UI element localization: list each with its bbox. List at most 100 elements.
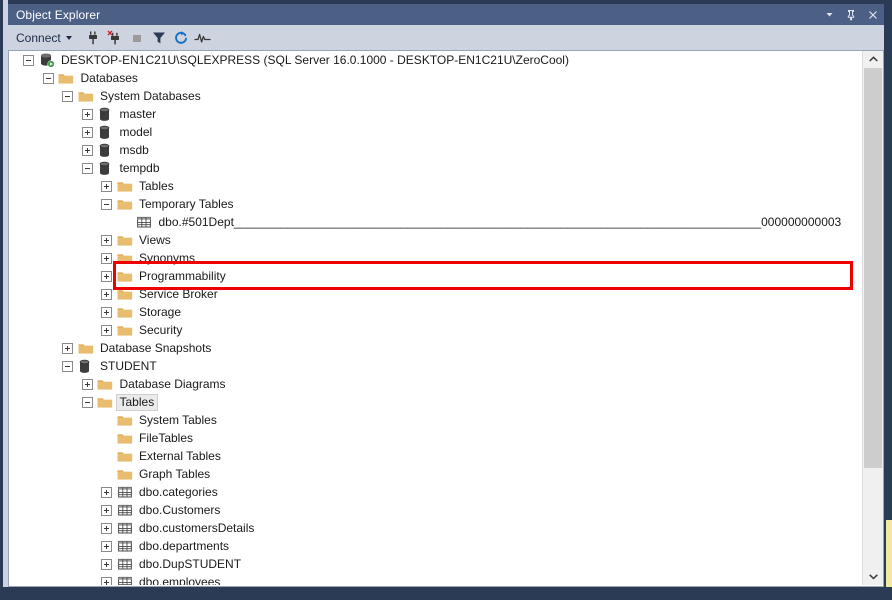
- window-bottom-border: [0, 587, 892, 600]
- tree-node[interactable]: Synonyms: [9, 249, 862, 267]
- tree-node[interactable]: dbo.employees: [9, 573, 862, 585]
- tree-node[interactable]: model: [9, 123, 862, 141]
- tree-node[interactable]: msdb: [9, 141, 862, 159]
- expand-toggle-icon[interactable]: [101, 234, 112, 246]
- tree-node[interactable]: Databases: [9, 69, 862, 87]
- tree-node-label: msdb: [119, 142, 149, 157]
- collapse-toggle-icon[interactable]: [62, 90, 73, 102]
- folder-icon: [97, 376, 114, 392]
- close-icon[interactable]: [862, 4, 884, 25]
- expand-toggle-icon[interactable]: [101, 558, 112, 570]
- expand-toggle-icon[interactable]: [81, 108, 93, 120]
- tree-node[interactable]: tempdb: [9, 159, 862, 177]
- folder-icon: [77, 340, 94, 356]
- tree-vertical-scrollbar[interactable]: [862, 51, 883, 585]
- panel-title: Object Explorer: [16, 7, 101, 22]
- tree-node-label: dbo.customersDetails: [139, 520, 255, 535]
- expand-toggle-icon[interactable]: [101, 270, 112, 282]
- expand-toggle-icon[interactable]: [81, 126, 93, 138]
- pin-icon[interactable]: [840, 4, 862, 25]
- database-icon: [97, 142, 114, 158]
- expand-toggle-icon[interactable]: [62, 342, 73, 354]
- connect-button[interactable]: Connect: [8, 28, 76, 48]
- tree-node-label: Service Broker: [139, 286, 218, 301]
- caret-down-icon[interactable]: [818, 4, 840, 25]
- collapse-toggle-icon[interactable]: [81, 162, 93, 174]
- folder-icon: [116, 322, 133, 338]
- refresh-icon[interactable]: [170, 27, 192, 49]
- tree-node-label: External Tables: [139, 448, 221, 463]
- tree-node[interactable]: Programmability: [9, 267, 862, 285]
- folder-icon: [77, 88, 94, 104]
- tree-node[interactable]: Tables: [9, 177, 862, 195]
- expand-toggle-icon[interactable]: [81, 378, 93, 390]
- toggle-placeholder: [101, 451, 112, 462]
- tree-node[interactable]: Database Diagrams: [9, 375, 862, 393]
- scroll-thumb[interactable]: [864, 68, 882, 468]
- tree-node[interactable]: Security: [9, 321, 862, 339]
- filter-icon[interactable]: [148, 27, 170, 49]
- tree-node-label: FileTables: [139, 430, 194, 445]
- tree-node[interactable]: Tables: [9, 393, 862, 411]
- object-explorer-tree[interactable]: DESKTOP-EN1C21U\SQLEXPRESS (SQL Server 1…: [9, 51, 862, 585]
- expand-toggle-icon[interactable]: [101, 504, 112, 516]
- expand-toggle-icon[interactable]: [101, 306, 112, 318]
- connect-object-explorer-icon[interactable]: [82, 27, 104, 49]
- activity-monitor-icon[interactable]: [192, 27, 214, 49]
- collapse-toggle-icon[interactable]: [42, 72, 54, 84]
- collapse-toggle-icon[interactable]: [81, 396, 93, 408]
- expand-toggle-icon[interactable]: [101, 486, 112, 498]
- folder-icon: [116, 178, 133, 194]
- tree-node[interactable]: System Tables: [9, 411, 862, 429]
- expand-toggle-icon[interactable]: [101, 288, 112, 300]
- tree-node[interactable]: dbo.categories: [9, 483, 862, 501]
- tree-node[interactable]: Service Broker: [9, 285, 862, 303]
- database-icon: [97, 106, 114, 122]
- expand-toggle-icon[interactable]: [101, 576, 112, 585]
- tree-node[interactable]: Database Snapshots: [9, 339, 862, 357]
- tree-node[interactable]: dbo.Customers: [9, 501, 862, 519]
- connect-button-label: Connect: [16, 30, 61, 45]
- database-icon: [97, 160, 114, 176]
- expand-toggle-icon[interactable]: [101, 540, 112, 552]
- scroll-down-button[interactable]: [863, 568, 883, 585]
- expand-toggle-icon[interactable]: [101, 522, 112, 534]
- tree-node-label: System Tables: [139, 412, 217, 427]
- tree-node[interactable]: Storage: [9, 303, 862, 321]
- tree-node-label: Tables: [115, 393, 159, 411]
- expand-toggle-icon[interactable]: [81, 144, 93, 156]
- expand-toggle-icon[interactable]: [101, 252, 112, 264]
- table-icon: [116, 556, 133, 572]
- tree-node[interactable]: dbo.departments: [9, 537, 862, 555]
- scroll-up-button[interactable]: [863, 51, 883, 68]
- collapse-toggle-icon[interactable]: [101, 198, 112, 210]
- toggle-placeholder: [101, 415, 112, 426]
- tree-node[interactable]: Temporary Tables: [9, 195, 862, 213]
- table-icon: [116, 538, 133, 554]
- tree-node[interactable]: Views: [9, 231, 862, 249]
- tree-node-label: master: [119, 106, 157, 121]
- toggle-placeholder: [101, 469, 112, 480]
- expand-toggle-icon[interactable]: [101, 180, 112, 192]
- tree-node[interactable]: FileTables: [9, 429, 862, 447]
- collapse-toggle-icon[interactable]: [62, 360, 73, 372]
- folder-icon: [116, 466, 133, 482]
- tree-node[interactable]: master: [9, 105, 862, 123]
- tree-node-label: Databases: [80, 70, 138, 85]
- tree-node[interactable]: External Tables: [9, 447, 862, 465]
- tree-node[interactable]: DESKTOP-EN1C21U\SQLEXPRESS (SQL Server 1…: [9, 51, 862, 69]
- expand-toggle-icon[interactable]: [101, 324, 112, 336]
- folder-icon: [97, 394, 114, 410]
- collapse-toggle-icon[interactable]: [23, 54, 34, 66]
- tree-node[interactable]: Graph Tables: [9, 465, 862, 483]
- tree-node[interactable]: System Databases: [9, 87, 862, 105]
- tree-node[interactable]: dbo.DupSTUDENT: [9, 555, 862, 573]
- tree-node[interactable]: STUDENT: [9, 357, 862, 375]
- tree-node-label: STUDENT: [100, 358, 157, 373]
- tree-node[interactable]: dbo.customersDetails: [9, 519, 862, 537]
- window-left-border: [0, 0, 3, 600]
- tree-node[interactable]: dbo.#501Dept____________________________…: [9, 213, 862, 231]
- folder-icon: [116, 304, 133, 320]
- tree-node-label: Views: [139, 232, 171, 247]
- disconnect-object-explorer-icon[interactable]: [104, 27, 126, 49]
